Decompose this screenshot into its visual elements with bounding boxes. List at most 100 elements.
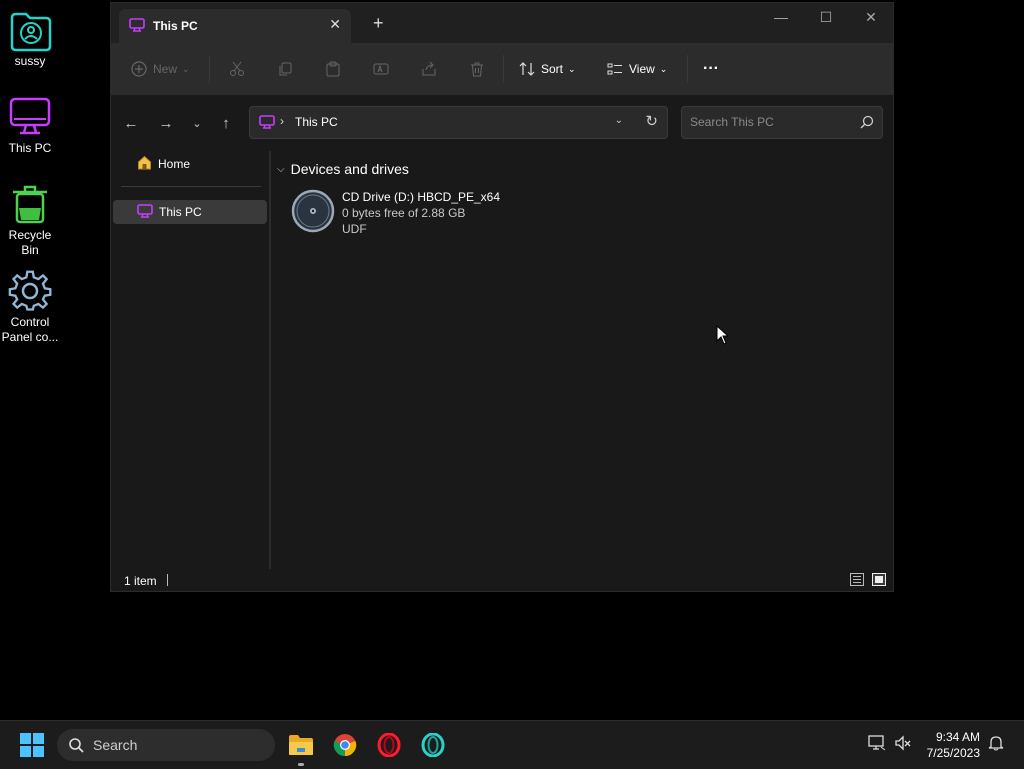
- navigation-pane: Home This PC: [111, 151, 269, 567]
- monitor-icon: [129, 18, 145, 35]
- refresh-icon[interactable]: ↻: [645, 112, 658, 130]
- clipboard-icon: [326, 61, 340, 77]
- opera-gx-taskbar-icon[interactable]: [417, 729, 449, 761]
- sort-button[interactable]: Sort ⌄: [519, 57, 576, 81]
- active-app-indicator: [298, 763, 304, 766]
- scissors-icon: [230, 61, 244, 76]
- paste-button[interactable]: [325, 57, 341, 81]
- file-explorer-taskbar-icon[interactable]: [285, 729, 317, 761]
- address-history-chevron-icon[interactable]: ⌄: [615, 115, 623, 126]
- file-explorer-window: This PC ✕ + — ☐ ✕ New ⌄ Sort ⌄ View ⌄ ··…: [110, 2, 894, 592]
- recent-locations-chevron-icon[interactable]: ⌄: [187, 115, 207, 135]
- minimize-button[interactable]: —: [769, 9, 793, 29]
- taskbar: Search 9:34 AM 7/25/2023: [0, 720, 1024, 769]
- chrome-taskbar-icon[interactable]: [329, 729, 361, 761]
- breadcrumb-this-pc[interactable]: This PC: [295, 115, 338, 129]
- title-bar: This PC ✕ + — ☐ ✕: [111, 3, 893, 43]
- opera-taskbar-icon[interactable]: [373, 729, 405, 761]
- mouse-cursor-icon: [716, 324, 730, 348]
- network-icon[interactable]: [868, 735, 886, 754]
- search-icon[interactable]: [860, 115, 874, 132]
- new-button[interactable]: New ⌄: [131, 57, 190, 81]
- maximize-button[interactable]: ☐: [814, 9, 838, 29]
- view-list-icon: [607, 63, 622, 75]
- back-arrow-icon[interactable]: ←: [121, 115, 141, 135]
- monitor-icon: [137, 203, 153, 221]
- desktop-icon-recycle-bin[interactable]: Recycle Bin: [0, 174, 60, 258]
- rename-button[interactable]: [373, 57, 389, 81]
- copy-icon: [279, 62, 292, 76]
- desktop-icon-label: This PC: [8, 141, 52, 155]
- group-title: Devices and drives: [290, 161, 409, 177]
- user-folder-icon: [8, 8, 52, 52]
- more-icon: ···: [703, 60, 719, 77]
- windows-start-icon[interactable]: [20, 733, 44, 760]
- cd-drive-icon: [291, 189, 335, 236]
- sidebar-item-label: Home: [158, 157, 191, 171]
- toolbar-divider: [503, 55, 504, 83]
- file-list: ⌵ Devices and drives CD Drive (D:) HBCD_…: [271, 151, 891, 569]
- sidebar-item-this-pc[interactable]: This PC: [113, 200, 267, 224]
- desktop-icon-this-pc[interactable]: This PC: [0, 87, 60, 156]
- desktop-icon-sussy[interactable]: sussy: [0, 0, 60, 69]
- command-bar: New ⌄ Sort ⌄ View ⌄ ···: [111, 43, 893, 96]
- plus-circle-icon: [131, 61, 147, 77]
- desktop-icon-label: sussy: [14, 54, 46, 68]
- desktop-icon-label: Recycle Bin: [8, 228, 52, 257]
- rename-icon: [373, 63, 389, 75]
- sidebar-divider: [121, 186, 261, 187]
- clock-time: 9:34 AM: [935, 730, 980, 744]
- new-label: New: [153, 62, 178, 76]
- delete-button[interactable]: [469, 57, 485, 81]
- drive-free-space: 0 bytes free of 2.88 GB: [342, 206, 466, 220]
- sidebar-item-home[interactable]: Home: [113, 152, 267, 176]
- new-tab-button[interactable]: +: [373, 14, 384, 32]
- taskbar-search-box[interactable]: Search: [57, 729, 275, 761]
- sort-icon: [519, 62, 535, 76]
- breadcrumb-separator[interactable]: ›: [280, 114, 284, 128]
- sidebar-item-label: This PC: [159, 205, 202, 219]
- chevron-down-icon: ⌵: [277, 163, 285, 175]
- close-button[interactable]: ✕: [859, 9, 883, 29]
- desktop-icon-label: Control Panel co...: [1, 315, 59, 344]
- trash-icon: [471, 62, 483, 77]
- gear-icon: [8, 269, 52, 313]
- cut-button[interactable]: [229, 57, 245, 81]
- tab-close-button[interactable]: ✕: [329, 16, 341, 33]
- chevron-down-icon: ⌄: [182, 63, 190, 74]
- forward-arrow-icon[interactable]: →: [156, 115, 176, 135]
- recycle-bin-icon: [8, 182, 52, 226]
- toolbar-divider: [209, 55, 210, 83]
- more-options-button[interactable]: ···: [703, 57, 719, 81]
- monitor-icon: [8, 95, 52, 139]
- search-box[interactable]: Search This PC: [681, 106, 883, 139]
- tab-this-pc[interactable]: This PC ✕: [119, 9, 351, 43]
- sort-label: Sort: [541, 62, 564, 76]
- home-icon: [137, 155, 152, 173]
- share-icon: [422, 61, 436, 76]
- large-icons-view-icon[interactable]: [872, 573, 886, 586]
- notification-bell-icon[interactable]: [988, 735, 1004, 754]
- chevron-down-icon: ⌄: [659, 63, 668, 74]
- navigation-bar: ← → ⌄ ↑ › This PC ⌄ ↻ Search This PC: [111, 95, 893, 151]
- share-button[interactable]: [421, 57, 437, 81]
- status-divider: [167, 574, 168, 586]
- drive-name: CD Drive (D:) HBCD_PE_x64: [342, 190, 501, 204]
- details-view-icon[interactable]: [850, 573, 864, 586]
- view-button[interactable]: View ⌄: [607, 57, 667, 81]
- volume-muted-icon[interactable]: [894, 735, 912, 754]
- item-count: 1 item: [124, 574, 157, 588]
- drive-item-cd-drive[interactable]: CD Drive (D:) HBCD_PE_x64 0 bytes free o…: [291, 189, 551, 239]
- monitor-icon: [259, 115, 275, 132]
- copy-button[interactable]: [277, 57, 293, 81]
- desktop-icon-control-panel[interactable]: Control Panel co...: [0, 261, 60, 345]
- taskbar-clock[interactable]: 9:34 AM 7/25/2023: [927, 729, 980, 761]
- drive-file-system: UDF: [342, 222, 367, 236]
- group-header-devices-and-drives[interactable]: ⌵ Devices and drives: [277, 161, 409, 177]
- toolbar-divider: [687, 55, 688, 83]
- clock-date: 7/25/2023: [926, 746, 980, 760]
- search-icon: [68, 737, 84, 756]
- up-arrow-icon[interactable]: ↑: [216, 115, 236, 135]
- search-placeholder: Search This PC: [690, 115, 774, 129]
- address-bar[interactable]: › This PC ⌄ ↻: [249, 106, 668, 139]
